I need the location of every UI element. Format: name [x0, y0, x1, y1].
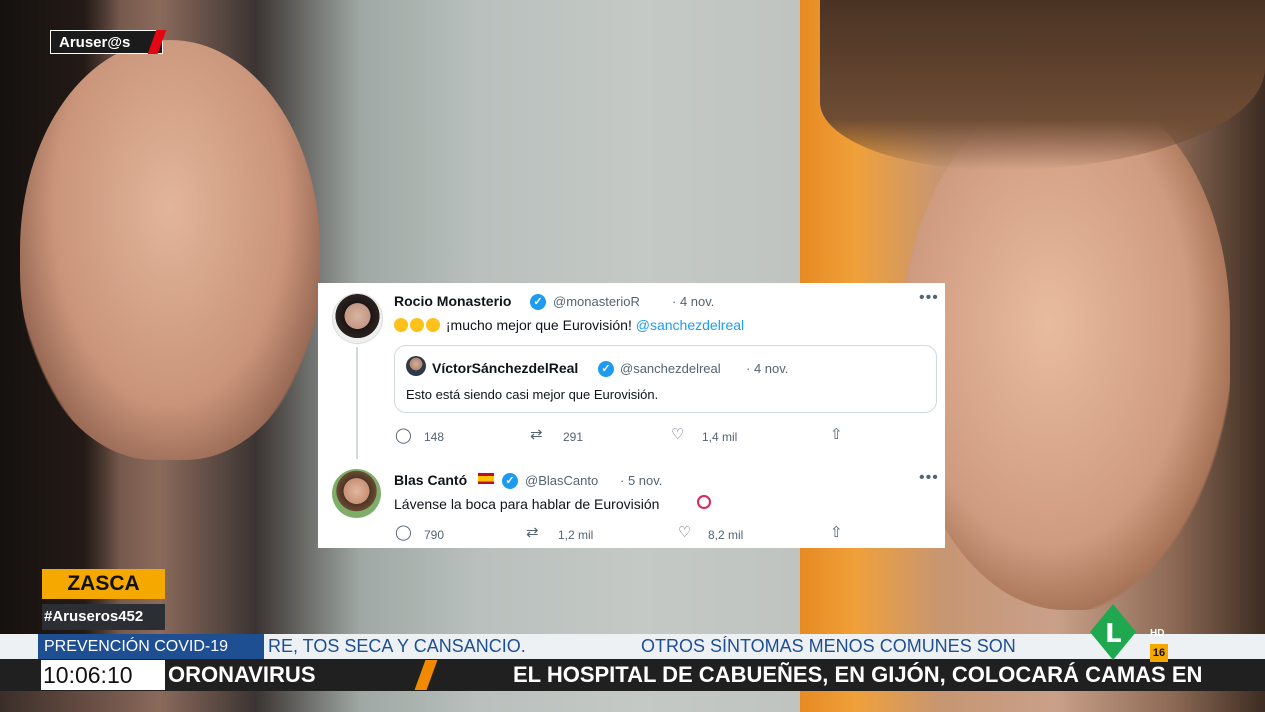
- ticker-text-top-2: OTROS SÍNTOMAS MENOS COMUNES SON: [641, 636, 1016, 656]
- verified-badge-icon: ✓: [598, 361, 614, 377]
- hashtag-label: #Aruseros452: [42, 604, 165, 630]
- quoted-text: Esto está siendo casi mejor que Eurovisi…: [406, 387, 659, 402]
- tweet-text: Lávense la boca para hablar de Eurovisió…: [394, 496, 660, 512]
- retweet-count: 1,2 mil: [558, 528, 594, 542]
- verified-badge-icon: ✓: [530, 294, 546, 310]
- share-icon: ⇧: [830, 426, 843, 443]
- retweet-icon: ⇄: [530, 426, 543, 443]
- spain-flag-icon: [478, 473, 494, 484]
- reply-count: 790: [424, 528, 445, 542]
- clown-emoji-icon: [697, 495, 711, 509]
- segment-tag: ZASCA: [42, 569, 165, 599]
- channel-logo-icon: L: [1090, 604, 1136, 660]
- clock: 10:06:10: [41, 660, 165, 690]
- reply-icon: ◯: [395, 427, 412, 444]
- section-label: PREVENCIÓN COVID-19: [38, 634, 264, 659]
- tweet-text: ¡mucho mejor que Eurovisión! @sanchezdel…: [394, 317, 744, 333]
- avatar: [332, 293, 383, 344]
- laughing-emoji-icon: [394, 318, 408, 332]
- more-options-icon: •••: [919, 289, 939, 306]
- tweet-author-name: Rocio Monasterio: [394, 293, 512, 309]
- quoted-handle: @sanchezdelreal: [620, 361, 721, 376]
- tweet-date: · 5 nov.: [620, 473, 663, 488]
- age-rating: 16: [1150, 644, 1168, 662]
- more-options-icon: •••: [919, 469, 939, 486]
- tweet-body: ¡mucho mejor que Eurovisión!: [445, 317, 632, 333]
- quoted-author-name: VíctorSánchezdelReal: [432, 360, 579, 376]
- like-icon: ♡: [678, 524, 692, 541]
- retweet-count: 291: [563, 430, 584, 444]
- tweet-date: · 4 nov.: [672, 294, 715, 309]
- tweet-handle: @BlasCanto: [525, 473, 599, 488]
- ticker-text-bottom-2: EL HOSPITAL DE CABUEÑES, EN GIJÓN, COLOC…: [513, 662, 1203, 687]
- program-logo: Aruser@s: [50, 30, 163, 54]
- laughing-emoji-icon: [410, 318, 424, 332]
- like-count: 1,4 mil: [702, 430, 738, 444]
- tweet-handle: @monasterioR: [553, 294, 640, 309]
- verified-badge-icon: ✓: [502, 473, 518, 489]
- retweet-icon: ⇄: [526, 524, 539, 541]
- quoted-date: · 4 nov.: [746, 361, 789, 376]
- photo-left-face: [20, 40, 320, 460]
- share-icon: ⇧: [830, 524, 843, 541]
- tweet-mention: @sanchezdelreal: [635, 317, 745, 333]
- svg-text:L: L: [1105, 619, 1122, 649]
- hd-label: HD: [1150, 628, 1165, 639]
- ticker-text-top: RE, TOS SECA Y CANSANCIO.: [268, 636, 526, 656]
- avatar: [406, 356, 426, 376]
- reply-count: 148: [424, 430, 445, 444]
- reply-icon: ◯: [395, 524, 412, 541]
- avatar: [332, 469, 381, 518]
- laughing-emoji-icon: [426, 318, 440, 332]
- quoted-tweet: [394, 345, 937, 413]
- like-icon: ♡: [671, 426, 685, 443]
- tweet-author-name: Blas Cantó: [394, 472, 468, 488]
- tweet-screenshot: Rocio Monasterio ✓ @monasterioR · 4 nov.…: [318, 283, 945, 548]
- thread-line: [356, 347, 358, 459]
- like-count: 8,2 mil: [708, 528, 744, 542]
- ticker-text-bottom: ORONAVIRUS: [168, 662, 316, 687]
- photo-right-face: [900, 90, 1230, 610]
